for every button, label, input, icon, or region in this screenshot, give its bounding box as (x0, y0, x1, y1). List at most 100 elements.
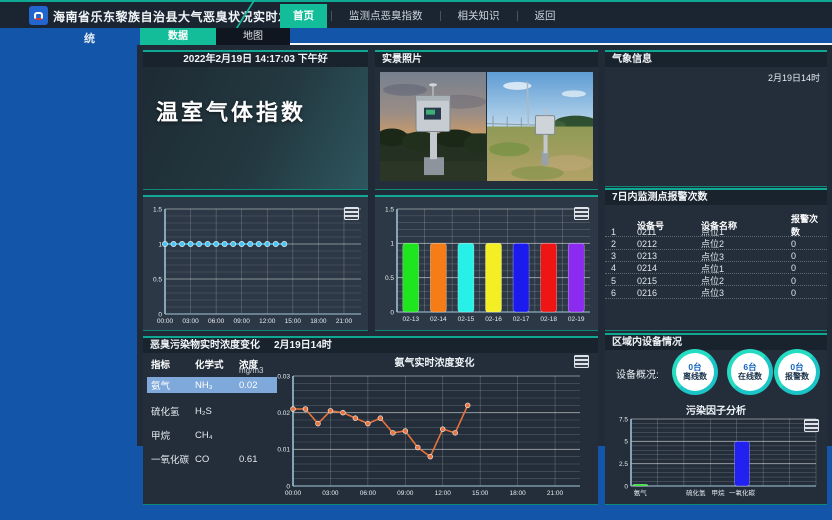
menu-item-back[interactable]: 返回 (522, 4, 569, 28)
pollutant-name: 一氧化碳 (151, 452, 195, 466)
alarm-cell-device-name: 点位3 (701, 250, 791, 263)
svg-text:0.03: 0.03 (277, 373, 290, 380)
photo-row (380, 72, 593, 181)
svg-text:12:00: 12:00 (259, 318, 276, 325)
svg-text:0.5: 0.5 (385, 275, 394, 282)
menu-item-knowledge[interactable]: 相关知识 (445, 4, 513, 28)
pollutant-row[interactable]: 一氧化碳 CO 0.61 (143, 451, 281, 467)
online-count: 6台 (743, 363, 756, 373)
svg-text:0: 0 (390, 309, 394, 316)
pollutant-row-selected[interactable]: 氨气 NH₃ 0.02 (147, 377, 277, 393)
offline-count-badge: 0台 离线数 (672, 349, 718, 395)
alarm-cell-device-no: 0213 (637, 251, 701, 261)
alarm-count-panel: 7日内监测点报警次数 # 设备号 设备名称 报警次数 1 0211 点位1 0 … (605, 188, 827, 331)
greenhouse-index-title: 温室气体指数 (156, 95, 306, 127)
svg-text:02-18: 02-18 (540, 316, 557, 323)
tab-map[interactable]: 地图 (216, 28, 290, 45)
alarm-cell-index: 6 (611, 288, 637, 298)
pollutant-name: 甲烷 (151, 428, 195, 442)
online-count-badge: 6台 在线数 (727, 349, 773, 395)
alarm-table-row: 5 0215 点位2 0 (605, 274, 827, 286)
pollutant-concentration-panel: 恶臭污染物实时浓度变化 2月19日14时 指标 化学式 浓度 mg/m3 氨气 … (143, 336, 598, 505)
alarm-label: 报警数 (785, 372, 809, 381)
alarm-count: 0台 (790, 363, 803, 373)
pollutant-row[interactable]: 甲烷 CH₄ (143, 427, 281, 443)
svg-text:0.02: 0.02 (277, 410, 290, 417)
alarm-table-row: 2 0212 点位2 0 (605, 237, 827, 249)
pollutant-name: 氨气 (151, 378, 195, 392)
alarm-cell-count: 0 (791, 263, 821, 273)
offline-count: 0台 (688, 363, 701, 373)
alarm-table-row: 6 0216 点位3 0 (605, 286, 827, 298)
svg-text:12:00: 12:00 (435, 490, 452, 497)
svg-text:氨气: 氨气 (634, 488, 648, 497)
greenhouse-banner: 温室气体指数 (143, 67, 368, 189)
svg-text:06:00: 06:00 (208, 318, 225, 325)
svg-text:15:00: 15:00 (285, 318, 302, 325)
left-sidebar (0, 45, 137, 520)
live-photos-panel: 实景照片 (375, 50, 598, 190)
alarm-cell-device-no: 0215 (637, 276, 701, 286)
chart-toolbox-icon[interactable] (574, 355, 589, 368)
svg-text:02-19: 02-19 (568, 316, 585, 323)
svg-text:15:00: 15:00 (472, 490, 489, 497)
logo-icon (34, 12, 43, 20)
daily-index-chart-panel: 00.511.502-1302-1402-1502-1602-1702-1802… (375, 195, 598, 331)
pollutant-table: 指标 化学式 浓度 mg/m3 氨气 NH₃ 0.02 硫化氢 H₂S 甲烷 C… (143, 353, 281, 504)
menu-item-odor-index[interactable]: 监测点恶臭指数 (336, 4, 436, 28)
pollutant-formula: NH₃ (195, 380, 239, 391)
tab-bar: 统 数据 地图 (0, 28, 832, 45)
pollutant-col-indicator: 指标 (151, 357, 195, 371)
pollution-factor-bar-chart: 02.557.5氨气硫化氢甲烷一氧化碳 (607, 416, 823, 499)
photos-panel-title: 实景照片 (375, 52, 598, 67)
offline-label: 离线数 (683, 372, 707, 381)
greenhouse-index-panel: 2022年2月19日 14:17:03 下午好 温室气体指数 (143, 50, 368, 190)
main-menu: 首页 监测点恶臭指数 相关知识 返回 (280, 4, 569, 28)
alarm-cell-index: 4 (611, 263, 637, 273)
chart-toolbox-icon[interactable] (344, 207, 359, 220)
pollutant-value: 0.02 (239, 380, 258, 391)
pollutant-col-formula: 化学式 (195, 357, 239, 371)
alarm-table-header: # 设备号 设备名称 报警次数 (605, 212, 827, 225)
alarm-cell-device-no: 0212 (637, 239, 701, 249)
weather-timestamp: 2月19日14时 (768, 71, 820, 84)
alarm-cell-device-no: 0216 (637, 288, 701, 298)
tab-data[interactable]: 数据 (140, 28, 216, 45)
svg-text:18:00: 18:00 (509, 490, 526, 497)
alarm-cell-device-no: 0211 (637, 227, 701, 237)
chart-toolbox-icon[interactable] (574, 207, 589, 220)
svg-text:02-15: 02-15 (458, 316, 475, 323)
alarm-table-row: 1 0211 点位1 0 (605, 225, 827, 237)
pollutant-formula: CO (195, 454, 239, 465)
svg-text:03:00: 03:00 (182, 318, 199, 325)
nh3-chart-title: 氨气实时浓度变化 (283, 354, 586, 369)
alarm-cell-count: 0 (791, 251, 821, 261)
svg-text:7.5: 7.5 (619, 416, 628, 423)
menu-separator (440, 11, 441, 21)
weather-info-panel: 气象信息 2月19日14时 (605, 50, 827, 187)
pollutant-formula: CH₄ (195, 430, 239, 441)
chart-toolbox-icon[interactable] (804, 419, 819, 432)
alarm-cell-index: 5 (611, 276, 637, 286)
svg-text:02-16: 02-16 (485, 316, 502, 323)
menu-item-home[interactable]: 首页 (280, 4, 327, 28)
svg-text:1: 1 (158, 241, 162, 248)
online-label: 在线数 (738, 372, 762, 381)
alarm-cell-device-name: 点位3 (701, 286, 791, 299)
pollutant-unit: mg/m3 (239, 366, 263, 375)
pollutant-row[interactable]: 硫化氢 H₂S (143, 403, 281, 419)
alarm-count-badge: 0台 报警数 (774, 349, 820, 395)
alarm-cell-count: 0 (791, 288, 821, 298)
alarm-panel-title: 7日内监测点报警次数 (605, 190, 827, 205)
daily-index-bar-chart: 00.511.502-1302-1402-1502-1602-1702-1802… (375, 197, 598, 330)
svg-text:0: 0 (624, 483, 628, 490)
menu-separator (331, 11, 332, 21)
menu-separator (517, 11, 518, 21)
svg-text:1.5: 1.5 (153, 206, 162, 213)
svg-text:18:00: 18:00 (310, 318, 327, 325)
svg-text:0.5: 0.5 (153, 276, 162, 283)
svg-text:00:00: 00:00 (157, 318, 174, 325)
alarm-cell-index: 1 (611, 227, 637, 237)
pollutant-value: 0.61 (239, 454, 258, 465)
pollutant-panel-timestamp: 2月19日14时 (274, 338, 332, 353)
